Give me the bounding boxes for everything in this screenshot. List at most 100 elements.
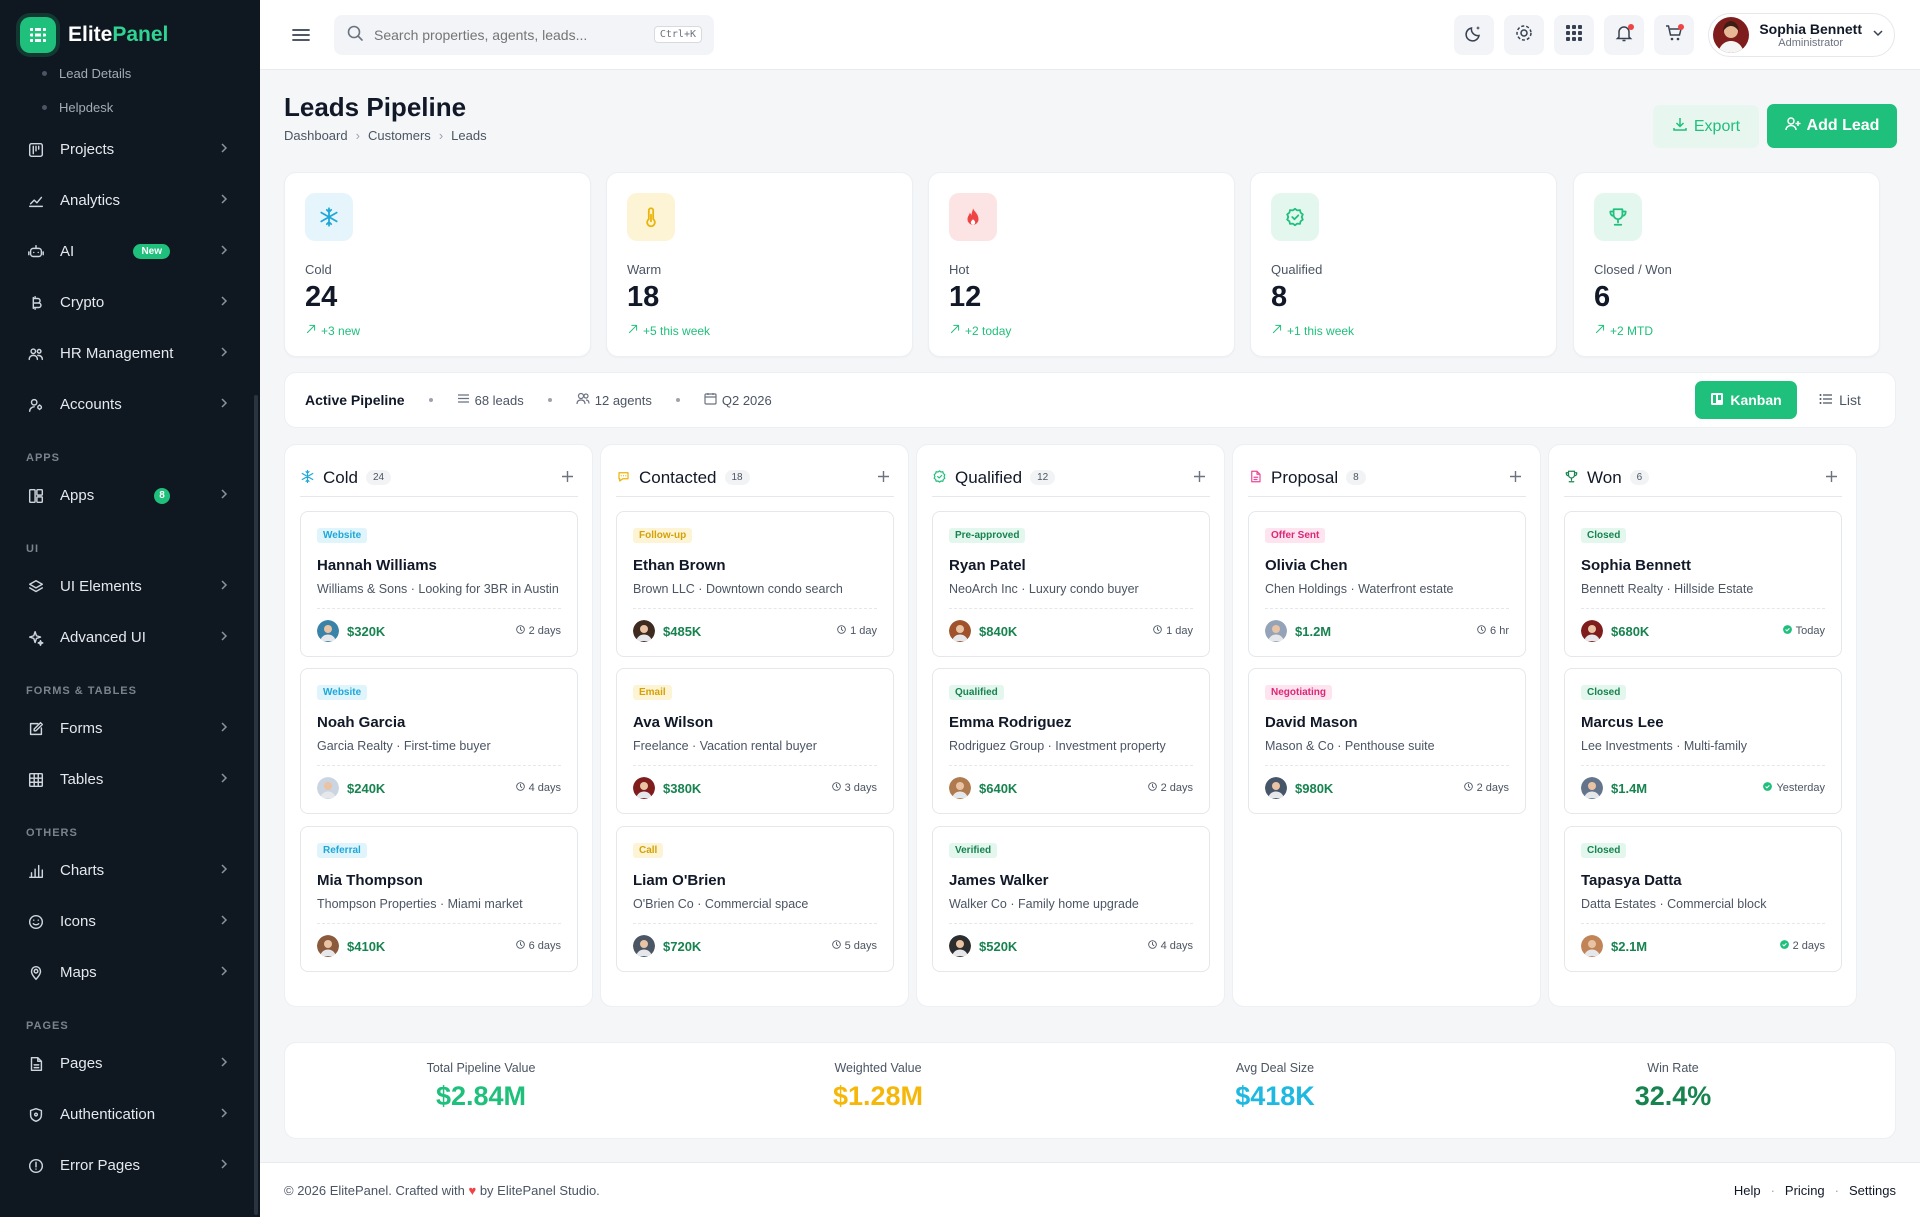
add-card-icon[interactable] [1825,467,1838,488]
stat-card-closed-won[interactable]: Closed / Won 6 +2 MTD [1573,172,1880,357]
lead-card[interactable]: Referral Mia Thompson Thompson Properties … [300,826,578,972]
sidebar-item-accounts[interactable]: Accounts [0,379,260,430]
lead-time-text: 2 days [1476,782,1509,794]
lead-card[interactable]: Website Hannah Williams Williams & Sons · … [300,511,578,657]
kanban-view-button[interactable]: Kanban [1695,381,1797,419]
card-divider [1265,765,1509,766]
badge-check-icon [1271,193,1319,241]
clock-icon [1152,624,1163,638]
stat-card-cold[interactable]: Cold 24 +3 new [284,172,591,357]
sidebar-section-pages: PAGES [26,1020,69,1032]
export-button[interactable]: Export [1653,105,1759,148]
lead-card[interactable]: Offer Sent Olivia Chen Chen Holdings · Wat… [1248,511,1526,657]
footer-links: Help · Pricing · Settings [1734,1183,1896,1198]
summary-label: Avg Deal Size [1235,1061,1315,1075]
apps-grid-button[interactable] [1554,14,1595,55]
sidebar-item-ai[interactable]: AI New [0,226,260,277]
sidebar-item-analytics[interactable]: Analytics [0,175,260,226]
lead-card[interactable]: Call Liam O'Brien O'Brien Co · Commercial … [616,826,894,972]
lead-card[interactable]: Closed Tapasya Datta Datta Estates · Comme… [1564,826,1842,972]
download-icon [1672,116,1688,137]
breadcrumb-dashboard[interactable]: Dashboard [284,128,348,143]
sidebar-item-forms[interactable]: Forms [0,703,260,754]
add-card-icon[interactable] [1193,467,1206,488]
sidebar-subitem-lead-details[interactable]: Lead Details [0,56,260,90]
lead-avatar [1581,935,1603,957]
lead-avatar [633,620,655,642]
footer-link-settings[interactable]: Settings [1849,1183,1896,1198]
breadcrumb-customers[interactable]: Customers [368,128,431,143]
lead-card[interactable]: Email Ava Wilson Freelance · Vacation rent… [616,668,894,814]
lead-card-footer: $2.1M 2 days [1581,934,1825,958]
cart-button[interactable] [1654,14,1695,55]
sidebar-scrollbar[interactable] [254,395,258,1215]
sidebar: ElitePanel Lead Details Helpdesk Projects A… [0,0,260,1217]
summary-label: Win Rate [1647,1061,1699,1075]
lead-card-footer: $720K 5 days [633,934,877,958]
sidebar-item-authentication[interactable]: Authentication [0,1089,260,1140]
lead-name: Mia Thompson [317,872,423,889]
lead-card[interactable]: Closed Marcus Lee Lee Investments · Multi-… [1564,668,1842,814]
chevron-right-icon [218,771,230,788]
sidebar-item-icons[interactable]: Icons [0,896,260,947]
agents-count-text: 12 agents [594,392,652,408]
lead-name: James Walker [949,872,1049,889]
lead-card[interactable]: Website Noah Garcia Garcia Realty · First-… [300,668,578,814]
notifications-button[interactable] [1604,14,1645,55]
chevron-right-icon [218,578,230,595]
lead-amount: $320K [347,623,386,639]
lead-time-text: 6 days [528,940,561,952]
lead-tag: Closed [1581,685,1627,700]
sidebar-item-tables[interactable]: Tables [0,754,260,805]
sidebar-subitem-helpdesk[interactable]: Helpdesk [0,90,260,124]
lead-card-footer: $680K Today [1581,619,1825,643]
theme-toggle-button[interactable] [1454,14,1495,55]
lead-card[interactable]: Negotiating David Mason Mason & Co · Penth… [1248,668,1526,814]
lead-avatar [633,935,655,957]
lead-card[interactable]: Qualified Emma Rodriguez Rodriguez Group ·… [932,668,1210,814]
lead-card[interactable]: Closed Sophia Bennett Bennett Realty · Hil… [1564,511,1842,657]
add-lead-button[interactable]: Add Lead [1767,104,1897,148]
sidebar-item-apps[interactable]: Apps 8 [0,470,260,521]
sidebar-item-label: Pages [60,1055,103,1072]
footer-link-help[interactable]: Help [1734,1183,1761,1198]
sidebar-item-crypto[interactable]: Crypto [0,277,260,328]
footer-link-pricing[interactable]: Pricing [1785,1183,1825,1198]
lead-card[interactable]: Pre-approved Ryan Patel NeoArch Inc · Luxu… [932,511,1210,657]
lead-time-text: 2 days [1792,940,1825,952]
lead-card[interactable]: Verified James Walker Walker Co · Family h… [932,826,1210,972]
add-card-icon[interactable] [1509,467,1522,488]
sidebar-item-label: Projects [60,141,115,158]
sidebar-item-error-pages[interactable]: Error Pages [0,1140,260,1191]
settings-button[interactable] [1504,14,1545,55]
sidebar-item-advanced-ui[interactable]: Advanced UI [0,612,260,663]
stat-card-warm[interactable]: Warm 18 +5 this week [606,172,913,357]
lead-card[interactable]: Follow-up Ethan Brown Brown LLC · Downtown… [616,511,894,657]
stat-value: 24 [305,281,338,313]
user-menu[interactable]: Sophia Bennett Administrator [1708,12,1895,57]
sidebar-item-hr-management[interactable]: HR Management [0,328,260,379]
sidebar-item-ui-elements[interactable]: UI Elements [0,561,260,612]
sidebar-item-projects[interactable]: Projects [0,124,260,175]
card-divider [317,765,561,766]
thermometer-icon [627,193,675,241]
lead-time: 1 day [836,624,877,638]
lead-avatar [1265,777,1287,799]
chevron-right-icon [218,487,230,504]
add-card-icon[interactable] [877,467,890,488]
sidebar-item-charts[interactable]: Charts [0,845,260,896]
lead-name: Tapasya Datta [1581,872,1682,889]
calendar-icon [704,392,717,408]
sidebar-item-pages[interactable]: Pages [0,1038,260,1089]
search-box[interactable]: Ctrl+K [334,14,714,55]
stat-card-hot[interactable]: Hot 12 +2 today [928,172,1235,357]
search-input[interactable] [374,26,644,43]
lead-card-footer: $520K 4 days [949,934,1193,958]
menu-toggle-icon[interactable] [290,24,312,46]
add-card-icon[interactable] [561,467,574,488]
list-view-button[interactable]: List [1805,381,1875,419]
sidebar-item-maps[interactable]: Maps [0,947,260,998]
stat-card-qualified[interactable]: Qualified 8 +1 this week [1250,172,1557,357]
lead-tag: Referral [317,843,367,858]
sidebar-section-ui: UI [26,543,39,555]
